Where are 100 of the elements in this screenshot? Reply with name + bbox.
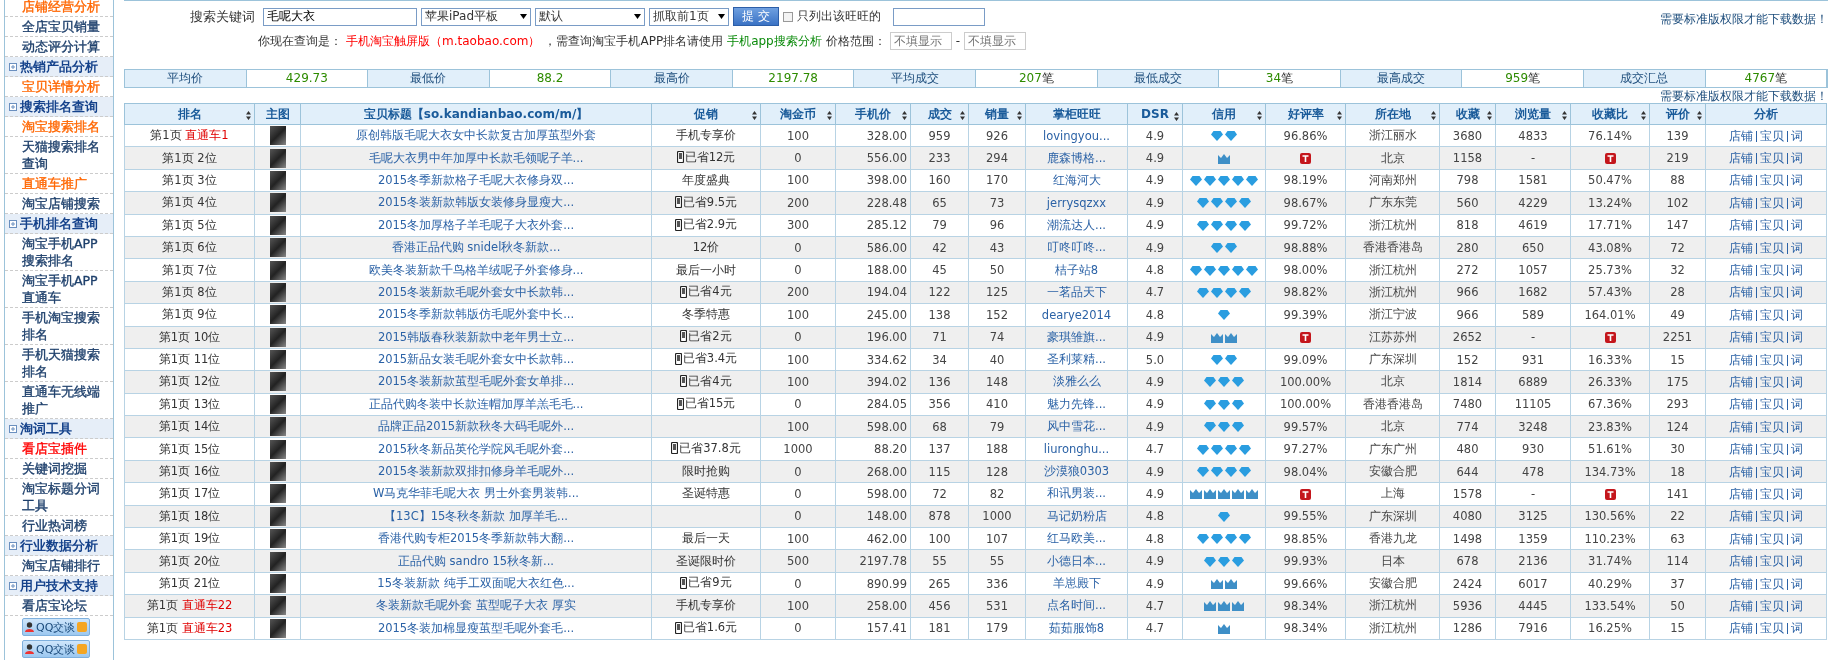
- analysis-link[interactable]: 词: [1787, 556, 1806, 568]
- sidebar-link[interactable]: 全店宝贝销量: [5, 17, 113, 37]
- analysis-link[interactable]: 词: [1787, 600, 1806, 612]
- analysis-link[interactable]: 词: [1787, 444, 1806, 456]
- sidebar-section-header[interactable]: 搜索排名查询: [5, 97, 113, 117]
- analysis-link[interactable]: 宝贝: [1756, 242, 1787, 254]
- photo-placeholder[interactable]: [269, 148, 286, 168]
- analysis-link[interactable]: 店铺: [1726, 242, 1756, 254]
- analysis-link[interactable]: 词: [1787, 287, 1806, 299]
- photo-placeholder[interactable]: [269, 574, 286, 593]
- submit-button[interactable]: 提 交: [733, 7, 779, 26]
- sort-icon[interactable]: [960, 110, 965, 120]
- analysis-link[interactable]: 词: [1787, 332, 1806, 344]
- sort-icon[interactable]: [1487, 110, 1492, 120]
- analysis-link[interactable]: 宝贝: [1756, 220, 1787, 232]
- expand-icon[interactable]: [9, 62, 17, 71]
- sidebar-link[interactable]: 淘宝手机APP搜索排名: [5, 234, 113, 271]
- photo-placeholder[interactable]: [269, 350, 286, 370]
- analysis-link[interactable]: 宝贝: [1756, 466, 1787, 478]
- sort-icon[interactable]: [1257, 110, 1262, 120]
- analysis-link[interactable]: 店铺: [1726, 175, 1756, 187]
- column-header[interactable]: 销量: [968, 103, 1026, 125]
- expand-icon[interactable]: [9, 581, 17, 590]
- column-header[interactable]: 收藏比: [1570, 103, 1650, 125]
- analysis-link[interactable]: 词: [1787, 533, 1806, 545]
- column-header[interactable]: 淘金币: [760, 103, 836, 125]
- qq-chat-button[interactable]: QQ交谈: [22, 640, 91, 658]
- analysis-link[interactable]: 店铺: [1726, 354, 1756, 366]
- column-header[interactable]: 排名: [124, 103, 255, 125]
- analysis-link[interactable]: 宝贝: [1756, 511, 1787, 523]
- analysis-link[interactable]: 宝贝: [1756, 444, 1787, 456]
- analysis-link[interactable]: 词: [1787, 578, 1806, 590]
- keyword-field[interactable]: 毛呢大衣: [263, 7, 417, 26]
- photo-placeholder[interactable]: [269, 170, 286, 190]
- analysis-link[interactable]: 词: [1787, 265, 1806, 277]
- sort-icon[interactable]: [1562, 110, 1567, 120]
- analysis-link[interactable]: 店铺: [1726, 533, 1756, 545]
- photo-placeholder[interactable]: [269, 193, 286, 213]
- photo-placeholder[interactable]: [269, 439, 286, 459]
- photo-placeholder[interactable]: [269, 596, 286, 616]
- photo-placeholder[interactable]: [269, 282, 286, 302]
- photo-placeholder[interactable]: [269, 417, 286, 437]
- analysis-link[interactable]: 词: [1787, 399, 1806, 411]
- select-field[interactable]: 默认: [535, 7, 645, 26]
- checkbox[interactable]: [782, 11, 793, 22]
- photo-placeholder[interactable]: [269, 215, 286, 235]
- analysis-link[interactable]: 词: [1787, 421, 1806, 433]
- sidebar-section-header[interactable]: 手机排名查询: [5, 214, 113, 234]
- photo-placeholder[interactable]: [269, 260, 286, 280]
- analysis-link[interactable]: 宝贝: [1756, 130, 1787, 142]
- analysis-link[interactable]: 店铺: [1726, 600, 1756, 612]
- column-header[interactable]: 评价: [1649, 103, 1706, 125]
- expand-icon[interactable]: [9, 424, 17, 433]
- sidebar-section-header[interactable]: 用户技术支持: [5, 576, 113, 596]
- sidebar-link[interactable]: 看店宝插件: [5, 439, 113, 459]
- analysis-link[interactable]: 词: [1787, 309, 1806, 321]
- analysis-link[interactable]: 宝贝: [1756, 399, 1787, 411]
- wangwang-field[interactable]: [892, 7, 985, 26]
- sort-icon[interactable]: [752, 110, 757, 120]
- photo-placeholder[interactable]: [269, 484, 286, 504]
- analysis-link[interactable]: 宝贝: [1756, 265, 1787, 277]
- photo-placeholder[interactable]: [269, 462, 286, 482]
- analysis-link[interactable]: 词: [1787, 511, 1806, 523]
- photo-placeholder[interactable]: [269, 551, 286, 571]
- analysis-link[interactable]: 宝贝: [1756, 287, 1787, 299]
- sidebar-link[interactable]: 看店宝论坛: [5, 596, 113, 616]
- analysis-link[interactable]: 词: [1787, 175, 1806, 187]
- sidebar-link[interactable]: 天猫搜索排名查询: [5, 137, 113, 174]
- sidebar-link[interactable]: 关键词挖掘: [5, 459, 113, 479]
- photo-placeholder[interactable]: [269, 394, 286, 414]
- column-header[interactable]: 信用: [1182, 103, 1266, 125]
- price-max-field[interactable]: 不填显示: [964, 32, 1027, 50]
- sidebar-section-header[interactable]: 热销产品分析: [5, 57, 113, 77]
- analysis-link[interactable]: 宝贝: [1756, 197, 1787, 209]
- sidebar-link[interactable]: 淘宝手机APP直通车: [5, 271, 113, 308]
- analysis-link[interactable]: 店铺: [1726, 488, 1756, 500]
- analysis-link[interactable]: 店铺: [1726, 466, 1756, 478]
- analysis-link[interactable]: 词: [1787, 377, 1806, 388]
- column-header[interactable]: 促销: [651, 103, 761, 125]
- price-min-field[interactable]: 不填显示: [889, 32, 952, 50]
- analysis-link[interactable]: 词: [1787, 466, 1806, 478]
- analysis-link[interactable]: 宝贝: [1756, 421, 1787, 433]
- column-header[interactable]: 浏览量: [1495, 103, 1571, 125]
- sort-icon[interactable]: [1017, 110, 1022, 120]
- analysis-link[interactable]: 词: [1787, 354, 1806, 366]
- expand-icon[interactable]: [9, 102, 17, 111]
- photo-placeholder[interactable]: [269, 238, 286, 258]
- column-header[interactable]: 好评率: [1265, 103, 1346, 125]
- analysis-link[interactable]: 词: [1787, 623, 1806, 635]
- sort-icon[interactable]: [902, 110, 907, 120]
- analysis-link[interactable]: 店铺: [1726, 444, 1756, 456]
- analysis-link[interactable]: 词: [1787, 153, 1806, 165]
- app-search-link[interactable]: 手机app搜索分析: [727, 32, 822, 50]
- analysis-link[interactable]: 宝贝: [1756, 533, 1787, 545]
- sort-icon[interactable]: [827, 110, 832, 120]
- analysis-link[interactable]: 词: [1787, 220, 1806, 232]
- photo-placeholder[interactable]: [269, 305, 286, 325]
- photo-placeholder[interactable]: [269, 618, 286, 638]
- analysis-link[interactable]: 店铺: [1726, 421, 1756, 433]
- analysis-link[interactable]: 店铺: [1726, 578, 1756, 590]
